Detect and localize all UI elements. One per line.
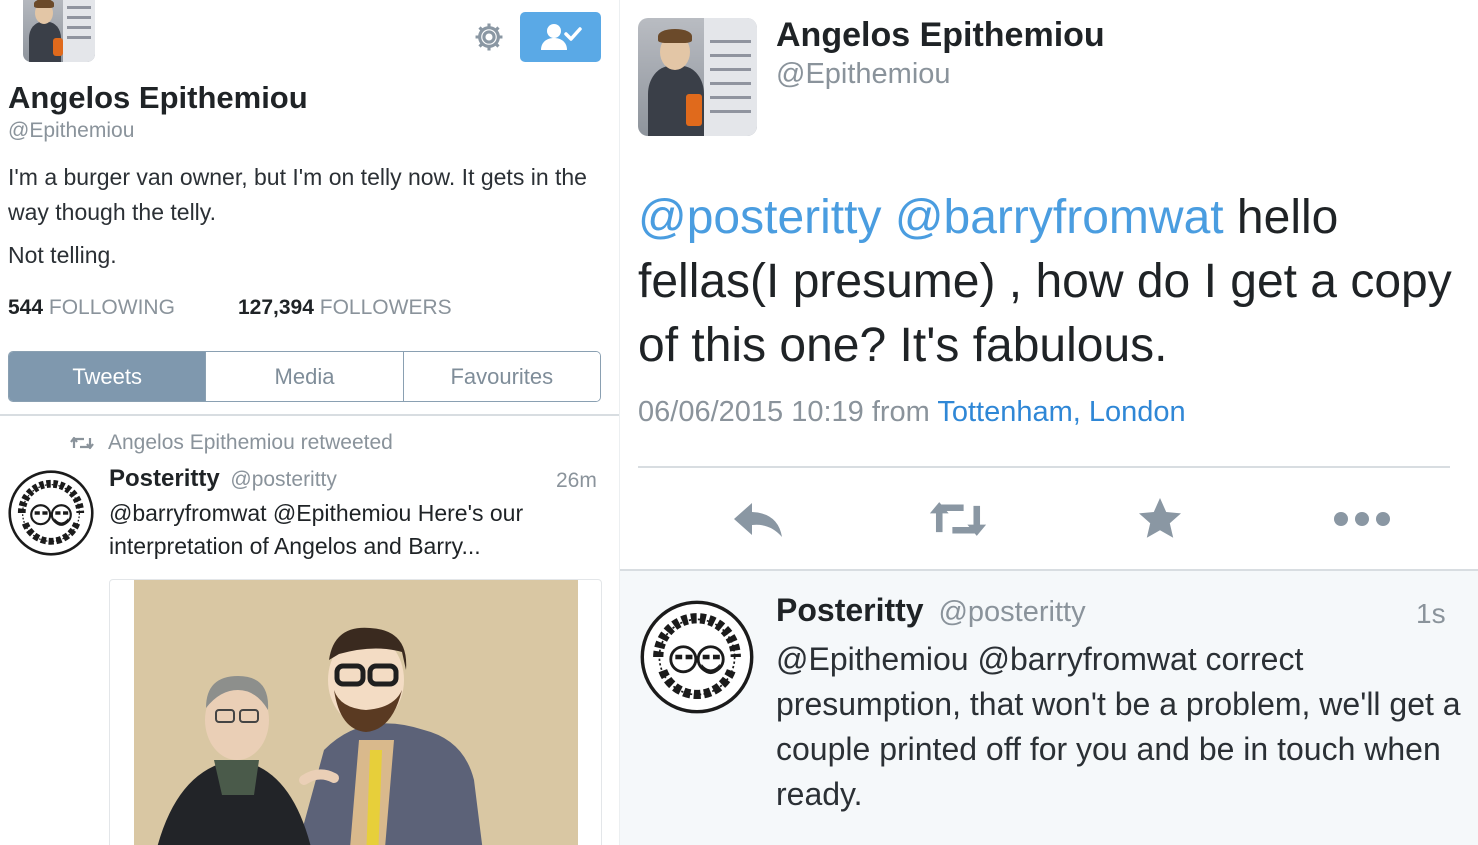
posteritty-logo-avatar[interactable] <box>8 470 94 556</box>
tabs-divider <box>0 414 620 416</box>
mention-posteritty[interactable]: @posteritty <box>638 191 881 244</box>
reply-timestamp: 1s <box>1416 598 1446 629</box>
author-avatar[interactable] <box>638 18 757 136</box>
profile-name: Angelos Epithemiou <box>8 80 308 115</box>
profile-bio: I'm a burger van owner, but I'm on telly… <box>8 164 587 225</box>
post-author-handle: @posteritty <box>230 468 337 491</box>
followers-label: FOLLOWERS <box>319 296 452 319</box>
more-dots-icon[interactable] <box>1332 492 1392 546</box>
reply-icon[interactable] <box>728 492 788 546</box>
author-handle: @Epithemiou <box>776 58 951 90</box>
following-button[interactable] <box>520 12 601 62</box>
tweet-actions <box>638 492 1450 546</box>
profile-tabs: Tweets Media Favourites <box>8 351 601 402</box>
retweet-small-icon <box>70 436 94 450</box>
tab-favourites[interactable]: Favourites <box>402 352 600 401</box>
following-count: 544 <box>8 296 44 319</box>
post-author-name: Posteritty <box>109 465 220 492</box>
tab-media[interactable]: Media <box>205 352 403 401</box>
profile-handle: @Epithemiou <box>8 119 135 142</box>
mention-barryfromwat[interactable]: @barryfromwat <box>895 191 1224 244</box>
tweet-meta: 06/06/2015 10:19 from Tottenham, London <box>638 396 1186 429</box>
reply-author[interactable]: Posteritty @posteritty <box>776 592 1086 629</box>
post-author[interactable]: Posteritty @posteritty <box>109 465 337 493</box>
post-timestamp: 26m <box>556 469 597 492</box>
tweet-detail-panel: Angelos Epithemiou @Epithemiou @posterit… <box>620 0 1478 845</box>
profile-location: Not telling. <box>8 242 117 268</box>
reply-top-divider <box>620 569 1478 571</box>
post-media-card[interactable] <box>109 579 602 845</box>
followers-count: 127,394 <box>238 296 314 319</box>
user-check-icon <box>540 24 582 50</box>
retweet-icon[interactable] <box>928 492 988 546</box>
tweet-location-link[interactable]: Tottenham, London <box>937 396 1185 428</box>
favourite-star-icon[interactable] <box>1130 492 1190 546</box>
followers-stat[interactable]: 127,394 FOLLOWERS <box>238 296 452 320</box>
tweet-text: @posteritty @barryfromwat hello fellas(I… <box>638 186 1468 378</box>
retweet-notice: Angelos Epithemiou retweeted <box>70 431 393 455</box>
profile-panel: Angelos Epithemiou @Epithemiou I'm a bur… <box>0 0 620 845</box>
profile-avatar[interactable] <box>23 0 95 62</box>
following-label: FOLLOWING <box>48 296 175 319</box>
retweet-notice-text: Angelos Epithemiou retweeted <box>108 431 393 454</box>
post-text: @barryfromwat @Epithemiou Here's our int… <box>109 500 524 559</box>
tweet-datetime: 06/06/2015 10:19 from <box>638 396 938 428</box>
author-name[interactable]: Angelos Epithemiou <box>776 16 1105 55</box>
reply-text: @Epithemiou @barryfromwat correct presum… <box>776 641 1461 812</box>
actions-top-divider <box>638 466 1450 468</box>
gear-icon[interactable] <box>472 20 506 54</box>
reply-author-name: Posteritty <box>776 592 924 628</box>
reply-author-handle: @posteritty <box>938 596 1086 628</box>
posteritty-logo-avatar[interactable] <box>640 600 754 714</box>
tab-tweets[interactable]: Tweets <box>9 352 206 401</box>
following-stat[interactable]: 544 FOLLOWING <box>8 296 175 320</box>
illustration-image <box>134 580 578 845</box>
